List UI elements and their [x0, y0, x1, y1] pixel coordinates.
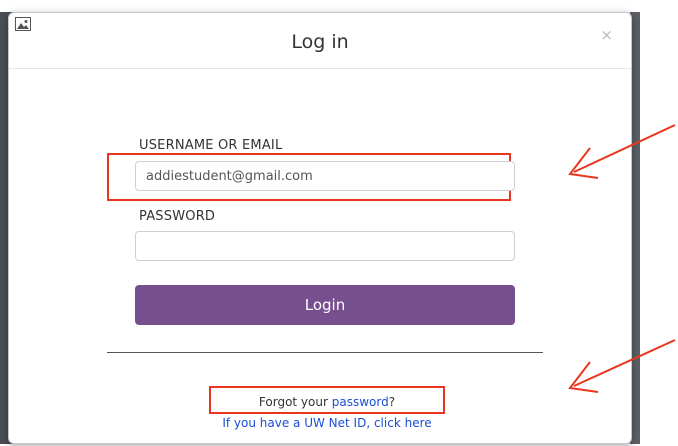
login-dialog: Log in × USERNAME OR EMAIL PASSWORD Logi… [8, 12, 632, 444]
forgot-password-link[interactable]: password [332, 395, 389, 409]
annotation-arrow-forgot [568, 339, 676, 393]
username-input[interactable] [135, 161, 515, 191]
annotation-arrow-username [568, 124, 676, 179]
form-divider [107, 352, 543, 353]
uw-netid-link[interactable]: If you have a UW Net ID, click here [169, 416, 485, 430]
forgot-password-text: Forgot your password? [209, 395, 445, 409]
dialog-title: Log in [291, 31, 349, 53]
close-icon[interactable]: × [600, 26, 613, 44]
password-label: PASSWORD [139, 209, 216, 224]
image-icon [15, 17, 31, 31]
forgot-prefix: Forgot your [258, 395, 332, 409]
dialog-header: Log in × [9, 13, 631, 69]
password-input[interactable] [135, 231, 515, 261]
login-button[interactable]: Login [135, 285, 515, 325]
forgot-suffix: ? [388, 395, 396, 409]
username-label: USERNAME OR EMAIL [139, 138, 283, 153]
